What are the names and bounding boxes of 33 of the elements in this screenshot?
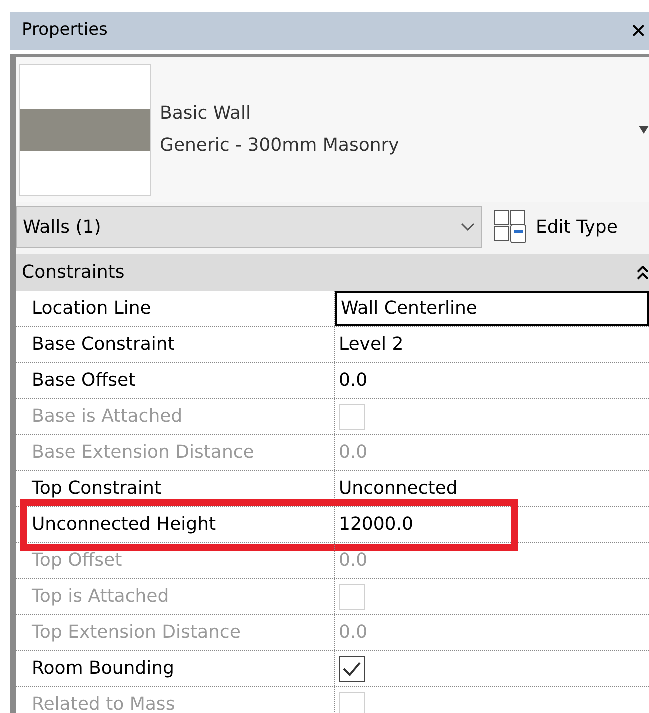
property-value: 0.0 [338, 621, 369, 645]
property-label: Room Bounding [16, 651, 335, 686]
type-family: Basic Wall [160, 102, 252, 126]
property-value[interactable]: 0.0 [335, 363, 649, 398]
wall-swatch-icon [20, 108, 150, 150]
property-label: Top Constraint [16, 471, 335, 506]
property-label: Base Offset [16, 363, 335, 398]
type-name: Generic - 300mm Masonry [160, 134, 400, 158]
property-label: Base Extension Distance [16, 435, 335, 470]
property-label: Location Line [16, 291, 335, 326]
property-label: Top Offset [16, 543, 335, 578]
property-value[interactable]: 12000.0 [335, 507, 649, 542]
chevron-down-icon[interactable] [461, 223, 475, 231]
property-label: Top Extension Distance [16, 615, 335, 650]
edit-type-button[interactable]: Edit Type [494, 210, 618, 244]
collapse-icon[interactable] [637, 266, 649, 280]
close-button[interactable]: ✕ [630, 21, 649, 41]
dropdown-arrow-icon[interactable] [639, 126, 649, 134]
edit-type-icon[interactable] [494, 210, 528, 244]
property-value[interactable]: Unconnected [335, 471, 649, 506]
property-label: Base is Attached [16, 399, 335, 434]
property-label: Unconnected Height [16, 507, 335, 542]
property-label: Related to Mass [16, 687, 335, 713]
value-field[interactable]: Wall Centerline [335, 291, 649, 326]
group-header[interactable]: Constraints [16, 254, 649, 291]
property-label: Top is Attached [16, 579, 335, 614]
property-value[interactable]: Level 2 [335, 327, 649, 362]
property-label: Base Constraint [16, 327, 335, 362]
property-value: 0.0 [338, 441, 369, 465]
property-value: 0.0 [338, 549, 369, 573]
panel-title: Properties [22, 19, 108, 42]
checkbox[interactable] [339, 656, 365, 682]
filter-dropdown[interactable]: Walls (1) [16, 206, 482, 248]
